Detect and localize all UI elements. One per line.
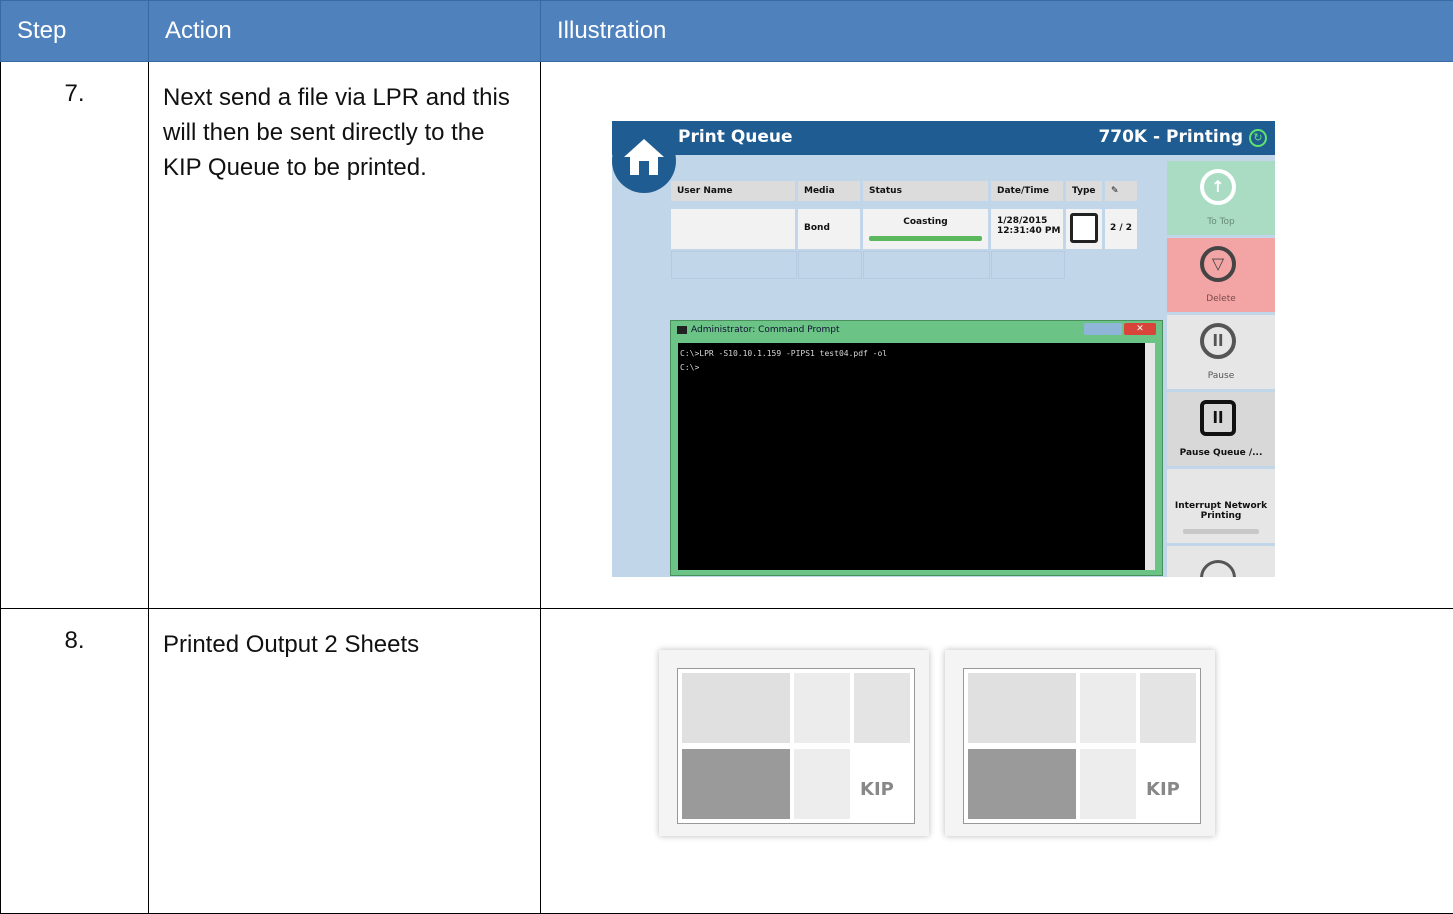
job-progress-bar <box>869 236 982 241</box>
empty-row <box>671 251 797 279</box>
job-time: 12:31:40 PM <box>997 226 1063 236</box>
pause-button[interactable]: ll Pause <box>1167 315 1275 389</box>
step-number: 7. <box>1 62 149 609</box>
step-action: Next send a file via LPR and this will t… <box>149 62 541 609</box>
to-top-button[interactable]: ↑ To Top <box>1167 161 1275 235</box>
pause-queue-icon: ll <box>1200 400 1236 436</box>
kip-logo-mark: KIP <box>860 779 894 800</box>
schedule-button[interactable] <box>1167 546 1275 577</box>
job-type-cell <box>1066 209 1102 249</box>
steps-table: Step Action Illustration 7. Next send a … <box>0 0 1453 914</box>
column-status: Status <box>863 181 988 201</box>
printer-status: 770K - Printing <box>1098 127 1243 147</box>
job-status: Coasting <box>903 217 947 227</box>
pause-label: Pause <box>1167 371 1275 381</box>
cmd-console[interactable]: C:\>LPR -S10.10.1.159 -PIPS1 test04.pdf … <box>678 343 1149 570</box>
pause-queue-button[interactable]: ll Pause Queue /... <box>1167 392 1275 466</box>
interrupt-network-printing-button[interactable]: Interrupt Network Printing <box>1167 469 1275 543</box>
home-icon <box>622 137 666 177</box>
column-date-time: Date/Time <box>991 181 1063 201</box>
column-pages: ✎ <box>1105 181 1137 201</box>
interrupt-progress <box>1183 529 1259 534</box>
printing-status-icon: ↻ <box>1249 129 1267 147</box>
pause-queue-label: Pause Queue /... <box>1167 448 1275 458</box>
home-button[interactable] <box>612 129 676 193</box>
empty-row <box>798 251 862 279</box>
print-queue-title: Print Queue <box>678 127 793 147</box>
close-button[interactable]: ✕ <box>1124 323 1156 335</box>
delete-button[interactable]: ▽ Delete <box>1167 238 1275 312</box>
sheet-drawing: KIP <box>677 668 915 824</box>
job-status-cell: Coasting <box>863 209 988 249</box>
to-top-label: To Top <box>1167 217 1275 227</box>
interrupt-label: Interrupt Network Printing <box>1167 501 1275 521</box>
kip-logo-mark: KIP <box>1146 779 1180 800</box>
cmd-window-title: Administrator: Command Prompt <box>691 325 840 335</box>
job-media: Bond <box>798 209 860 249</box>
step-action: Printed Output 2 Sheets <box>149 609 541 914</box>
pause-icon: ll <box>1200 323 1236 359</box>
printed-sheet-2: KIP <box>945 650 1215 836</box>
command-prompt-window[interactable]: Administrator: Command Prompt ✕ C:\>LPR … <box>670 320 1163 576</box>
delete-label: Delete <box>1167 294 1275 304</box>
job-user-cell[interactable] <box>671 209 795 249</box>
job-date: 1/28/2015 <box>997 216 1063 226</box>
column-media: Media <box>798 181 860 201</box>
minimize-button[interactable] <box>1084 323 1104 335</box>
cmd-icon <box>677 326 687 334</box>
empty-row <box>991 251 1065 279</box>
job-page-count: 2 / 2 <box>1105 209 1137 249</box>
document-type-icon <box>1070 213 1098 243</box>
illustration-cell: Print Queue 770K - Printing ↻ User Name … <box>541 62 1453 609</box>
cmd-scrollbar[interactable] <box>1145 343 1155 570</box>
maximize-button[interactable] <box>1104 323 1122 335</box>
header-action: Action <box>149 1 541 62</box>
printed-sheet-1: KIP <box>659 650 929 836</box>
header-step: Step <box>1 1 149 62</box>
empty-row <box>863 251 990 279</box>
sheet-drawing: KIP <box>963 668 1201 824</box>
table-row: 8. Printed Output 2 Sheets KIP <box>1 609 1453 914</box>
header-illustration: Illustration <box>541 1 1453 62</box>
print-queue-screenshot: Print Queue 770K - Printing ↻ User Name … <box>612 121 1275 577</box>
column-type: Type <box>1066 181 1102 201</box>
to-top-icon: ↑ <box>1200 169 1236 205</box>
clock-icon <box>1200 560 1236 577</box>
table-row: 7. Next send a file via LPR and this wil… <box>1 62 1453 609</box>
close-icon: ✕ <box>1136 324 1144 334</box>
pages-icon: ✎ <box>1111 186 1119 196</box>
cmd-line-1: C:\>LPR -S10.10.1.159 -PIPS1 test04.pdf … <box>680 347 1149 361</box>
delete-icon: ▽ <box>1200 246 1236 282</box>
job-datetime: 1/28/2015 12:31:40 PM <box>991 209 1063 249</box>
header-row: Step Action Illustration <box>1 1 1453 62</box>
column-user-name: User Name <box>671 181 795 201</box>
cmd-line-2: C:\> <box>680 361 1149 375</box>
step-number: 8. <box>1 609 149 914</box>
illustration-cell: KIP KIP <box>541 609 1453 914</box>
print-queue-header: Print Queue 770K - Printing ↻ <box>612 121 1275 155</box>
